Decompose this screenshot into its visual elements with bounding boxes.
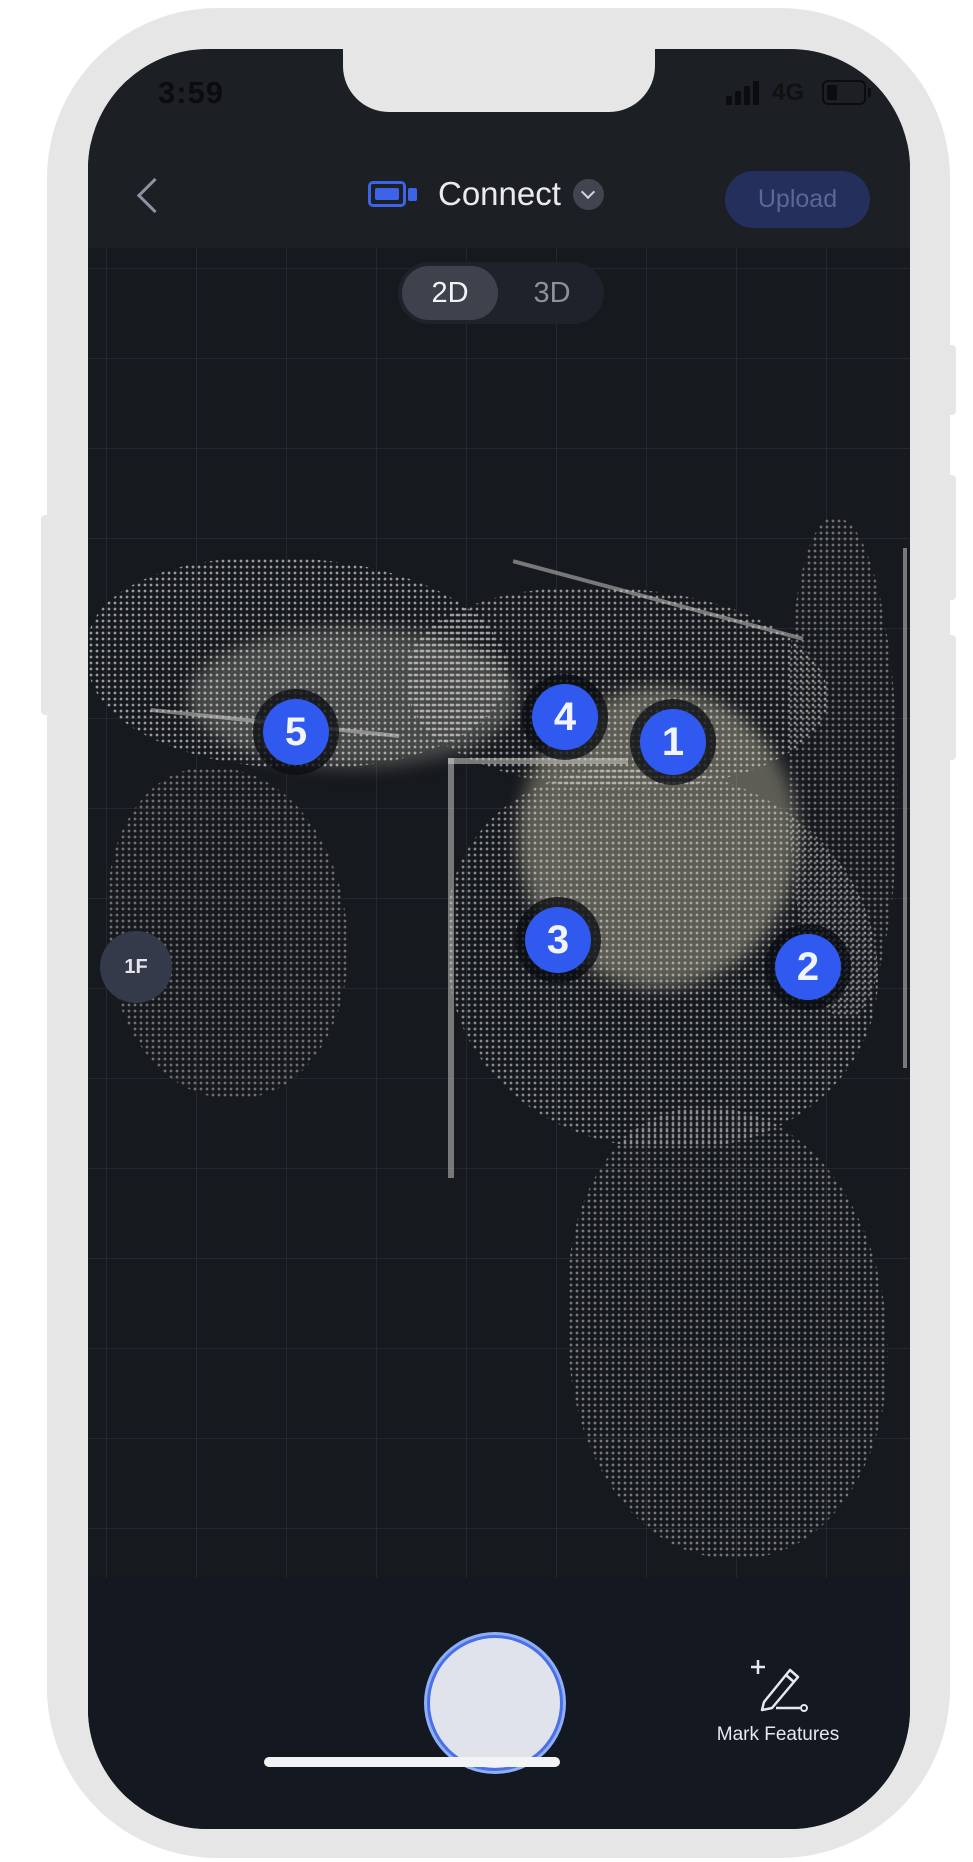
bottom-toolbar: Mark Features xyxy=(88,1578,910,1829)
header: Connect Upload xyxy=(88,141,910,248)
point-cloud-region xyxy=(568,1108,888,1558)
scan-point-marker[interactable]: 3 xyxy=(525,907,591,973)
pen-plus-icon xyxy=(751,1660,808,1712)
wall-line xyxy=(448,758,628,764)
chevron-down-icon[interactable] xyxy=(573,179,604,210)
wall-line xyxy=(903,548,907,1068)
side-button xyxy=(946,475,956,600)
scan-point-marker[interactable]: 1 xyxy=(640,709,706,775)
battery-icon xyxy=(822,80,871,105)
side-button xyxy=(946,345,956,415)
view-toggle: 2D 3D xyxy=(398,262,604,324)
wall-line xyxy=(448,758,454,1178)
network-type: 4G xyxy=(772,79,805,106)
signal-icon xyxy=(726,81,764,105)
screen: 3:59 4G Connect Upload 2D 3D 1 2 3 4 5 1… xyxy=(88,49,910,1829)
back-icon[interactable] xyxy=(128,171,168,221)
home-indicator[interactable] xyxy=(264,1757,560,1767)
camera-icon xyxy=(368,179,422,213)
status-time: 3:59 xyxy=(158,75,225,110)
side-button xyxy=(946,635,956,760)
scan-point-marker[interactable]: 4 xyxy=(532,684,598,750)
view-3d-button[interactable]: 3D xyxy=(504,266,600,320)
scan-point-marker[interactable]: 5 xyxy=(263,699,329,765)
floor-selector[interactable]: 1F xyxy=(100,931,172,1003)
mark-features-button[interactable]: Mark Features xyxy=(698,1648,858,1758)
scan-point-marker[interactable]: 2 xyxy=(775,934,841,1000)
capture-button[interactable] xyxy=(427,1635,563,1771)
page-title: Connect xyxy=(438,175,561,212)
notch xyxy=(343,49,655,112)
upload-button[interactable]: Upload xyxy=(725,171,870,228)
view-2d-button[interactable]: 2D xyxy=(402,266,498,320)
point-cloud-map[interactable]: 2D 3D 1 2 3 4 5 1F xyxy=(88,248,910,1578)
mark-features-label: Mark Features xyxy=(716,1724,840,1745)
side-button xyxy=(41,515,51,715)
